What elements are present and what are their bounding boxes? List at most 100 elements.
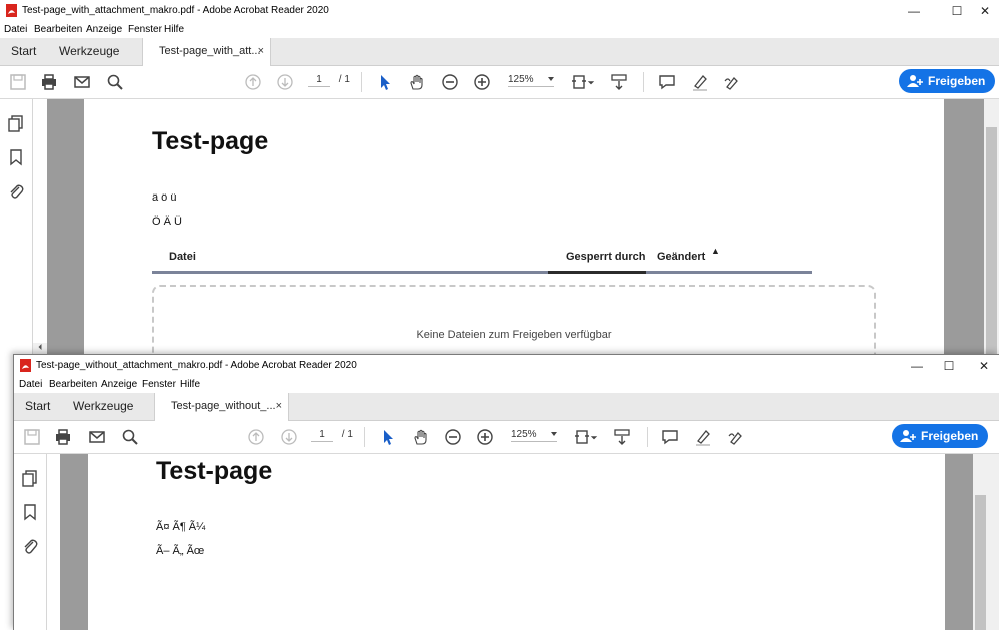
column-header-file[interactable]: Datei bbox=[169, 251, 196, 263]
toolbar: 1 / 1 125% Freigeben bbox=[14, 421, 999, 454]
menu-bearbeiten[interactable]: Bearbeiten bbox=[49, 379, 97, 390]
hand-tool-icon[interactable] bbox=[407, 72, 427, 92]
save-icon[interactable] bbox=[22, 427, 42, 447]
page-heading: Test-page bbox=[156, 457, 273, 485]
vertical-scrollbar[interactable] bbox=[984, 99, 999, 355]
attachment-paperclip-icon[interactable] bbox=[21, 537, 39, 555]
page-indicator: 1 / 1 bbox=[311, 429, 353, 442]
share-button[interactable]: Freigeben bbox=[892, 424, 989, 448]
minimize-button[interactable]: — bbox=[900, 355, 934, 377]
empty-state-message: Keine Dateien zum Freigeben verfügbar bbox=[416, 329, 612, 341]
pdf-page: Test-page Ã¤ Ã¶ Ã¼ Ã– Ã„ Ãœ bbox=[88, 454, 945, 630]
title-bar: Test-page_without_attachment_makro.pdf -… bbox=[14, 355, 999, 377]
scroll-mode-icon[interactable] bbox=[609, 72, 629, 92]
sign-icon[interactable] bbox=[726, 427, 746, 447]
separator bbox=[364, 427, 365, 447]
separator bbox=[361, 72, 362, 92]
window-title: Test-page_without_attachment_makro.pdf -… bbox=[36, 360, 357, 371]
zoom-in-icon[interactable] bbox=[475, 427, 495, 447]
menu-datei[interactable]: Datei bbox=[4, 24, 27, 35]
vertical-scrollbar[interactable] bbox=[973, 454, 999, 630]
page-number-input[interactable]: 1 bbox=[311, 429, 333, 442]
search-icon[interactable] bbox=[105, 72, 125, 92]
left-navigation-pane bbox=[0, 99, 33, 359]
page-heading: Test-page bbox=[152, 127, 269, 155]
minimize-button[interactable]: — bbox=[897, 0, 931, 22]
tab-start[interactable]: Start bbox=[11, 38, 36, 65]
share-button[interactable]: Freigeben bbox=[899, 69, 996, 93]
tab-tools[interactable]: Werkzeuge bbox=[73, 393, 133, 420]
zoom-select[interactable]: 125% bbox=[508, 74, 554, 87]
scroll-mode-icon[interactable] bbox=[612, 427, 632, 447]
attachment-paperclip-icon[interactable] bbox=[7, 182, 25, 200]
left-navigation-pane bbox=[14, 454, 47, 630]
pdf-app-icon bbox=[20, 359, 31, 372]
save-icon[interactable] bbox=[8, 72, 28, 92]
menu-bar: Datei Bearbeiten Anzeige Fenster Hilfe bbox=[0, 22, 999, 38]
comment-icon[interactable] bbox=[660, 427, 680, 447]
comment-icon[interactable] bbox=[657, 72, 677, 92]
menu-hilfe[interactable]: Hilfe bbox=[180, 379, 200, 390]
page-number-input[interactable]: 1 bbox=[308, 74, 330, 87]
menu-fenster[interactable]: Fenster bbox=[128, 24, 162, 35]
menu-fenster[interactable]: Fenster bbox=[142, 379, 176, 390]
table-header-underline bbox=[152, 271, 548, 274]
maximize-button[interactable]: ☐ bbox=[932, 355, 966, 377]
select-cursor-icon[interactable] bbox=[375, 72, 395, 92]
next-page-icon[interactable] bbox=[275, 72, 295, 92]
pdf-page: Test-page ä ö ü Ö Ä Ü Datei Gesperrt dur… bbox=[84, 99, 944, 375]
zoom-out-icon[interactable] bbox=[440, 72, 460, 92]
zoom-in-icon[interactable] bbox=[472, 72, 492, 92]
tab-document[interactable]: Test-page_without_... × bbox=[154, 393, 289, 421]
zoom-select[interactable]: 125% bbox=[511, 429, 557, 442]
prev-page-icon[interactable] bbox=[246, 427, 266, 447]
title-bar: Test-page_with_attachment_makro.pdf - Ad… bbox=[0, 0, 999, 22]
hand-tool-icon[interactable] bbox=[411, 427, 431, 447]
menu-bearbeiten[interactable]: Bearbeiten bbox=[34, 24, 82, 35]
print-icon[interactable] bbox=[39, 72, 59, 92]
tab-document-label: Test-page_with_att... bbox=[159, 45, 261, 57]
tab-start[interactable]: Start bbox=[25, 393, 50, 420]
next-page-icon[interactable] bbox=[279, 427, 299, 447]
close-window-button[interactable]: ✕ bbox=[967, 355, 999, 377]
tab-document[interactable]: Test-page_with_att... × bbox=[142, 38, 271, 66]
acrobat-window-without-attachment: Test-page_without_attachment_makro.pdf -… bbox=[13, 354, 999, 630]
close-window-button[interactable]: ✕ bbox=[968, 0, 999, 22]
page-thumbnails-icon[interactable] bbox=[7, 114, 25, 132]
bookmark-icon[interactable] bbox=[21, 503, 39, 521]
highlight-pen-icon[interactable] bbox=[690, 72, 710, 92]
email-icon[interactable] bbox=[87, 427, 107, 447]
select-cursor-icon[interactable] bbox=[378, 427, 398, 447]
page-thumbnails-icon[interactable] bbox=[21, 469, 39, 487]
menu-datei[interactable]: Datei bbox=[19, 379, 42, 390]
print-icon[interactable] bbox=[53, 427, 73, 447]
scrollbar-thumb[interactable] bbox=[986, 127, 997, 355]
chevron-down-icon bbox=[551, 432, 557, 436]
search-icon[interactable] bbox=[120, 427, 140, 447]
add-person-icon bbox=[907, 75, 923, 87]
page-total: / 1 bbox=[341, 429, 353, 440]
table-header-underline-active bbox=[548, 271, 646, 274]
separator bbox=[647, 427, 648, 447]
prev-page-icon[interactable] bbox=[243, 72, 263, 92]
page-fit-dropdown-icon[interactable] bbox=[589, 427, 599, 447]
tab-tools[interactable]: Werkzeuge bbox=[59, 38, 119, 65]
sign-icon[interactable] bbox=[722, 72, 742, 92]
highlight-pen-icon[interactable] bbox=[693, 427, 713, 447]
pdf-app-icon bbox=[6, 4, 17, 17]
column-header-changed[interactable]: Geändert bbox=[657, 251, 705, 263]
tab-document-label: Test-page_without_... bbox=[171, 400, 276, 412]
close-tab-icon[interactable]: × bbox=[258, 38, 264, 65]
menu-anzeige[interactable]: Anzeige bbox=[101, 379, 137, 390]
close-tab-icon[interactable]: × bbox=[276, 393, 282, 420]
zoom-value: 125% bbox=[511, 429, 537, 440]
menu-hilfe[interactable]: Hilfe bbox=[164, 24, 184, 35]
menu-anzeige[interactable]: Anzeige bbox=[86, 24, 122, 35]
page-fit-dropdown-icon[interactable] bbox=[586, 72, 596, 92]
zoom-out-icon[interactable] bbox=[443, 427, 463, 447]
email-icon[interactable] bbox=[72, 72, 92, 92]
column-header-locked-by[interactable]: Gesperrt durch bbox=[566, 251, 645, 263]
scrollbar-thumb[interactable] bbox=[975, 495, 986, 630]
bookmark-icon[interactable] bbox=[7, 148, 25, 166]
document-viewport: Test-page ä ö ü Ö Ä Ü Datei Gesperrt dur… bbox=[47, 99, 998, 375]
